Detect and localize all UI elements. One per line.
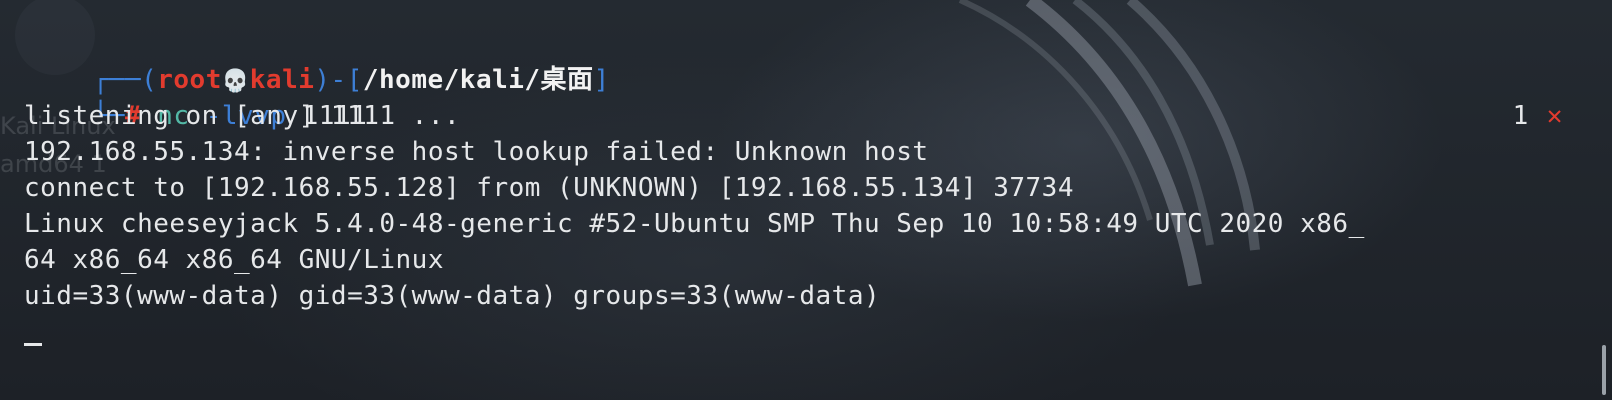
exit-status: 1 ✕	[1448, 62, 1563, 170]
output-line: uid=33(www-data) gid=33(www-data) groups…	[24, 281, 881, 311]
output-line: listening on [any] 1111 ...	[24, 101, 461, 131]
exit-code: 1	[1512, 101, 1529, 131]
prompt-close-bracket: ]	[593, 65, 610, 95]
prompt-path: /home/kali/桌面	[362, 65, 594, 95]
terminal-window[interactable]: ┌──(root💀kali)-[/home/kali/桌面] └─# nc -l…	[0, 0, 1612, 400]
output-line: connect to [192.168.55.128] from (UNKNOW…	[24, 173, 1074, 203]
output-line: 192.168.55.134: inverse host lookup fail…	[24, 137, 929, 167]
error-icon: ✕	[1546, 101, 1563, 131]
terminal-scrollbar[interactable]	[1602, 345, 1606, 395]
text-cursor	[24, 343, 42, 346]
output-line: Linux cheeseyjack 5.4.0-48-generic #52-U…	[24, 209, 1365, 239]
output-line: 64 x86_64 x86_64 GNU/Linux	[24, 245, 444, 275]
